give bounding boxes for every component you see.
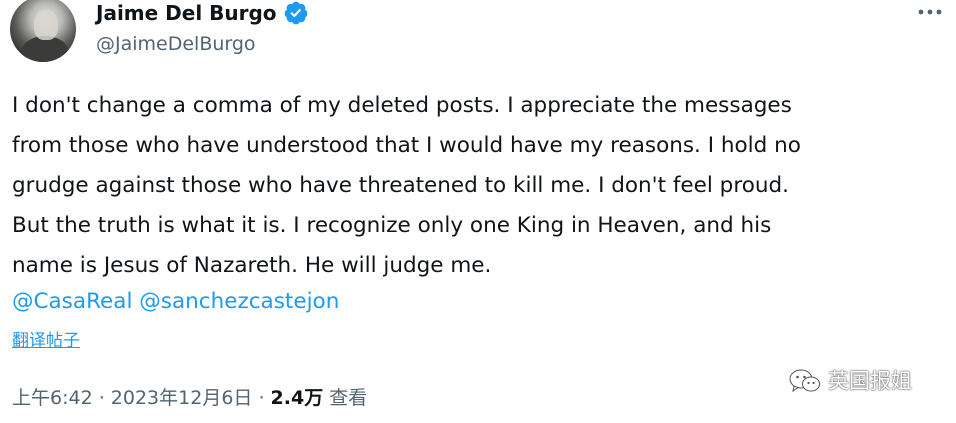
- tweet-time-link[interactable]: 上午6:42: [12, 387, 93, 409]
- tweet-text-line: But the truth is what it is. I recognize…: [12, 213, 772, 238]
- translate-post-link[interactable]: 翻译帖子: [12, 329, 80, 353]
- tweet-mentions: @CasaReal @sanchezcastejon: [12, 284, 339, 320]
- avatar-head-shape: [34, 10, 58, 40]
- tweet-text: I don't change a comma of my deleted pos…: [12, 86, 952, 286]
- display-name-text: Jaime Del Burgo: [96, 1, 277, 25]
- more-icon[interactable]: [910, 0, 950, 24]
- mention-link-sanchezcastejon[interactable]: @sanchezcastejon: [139, 289, 339, 314]
- tweet-text-line: grudge against those who have threatened…: [12, 173, 789, 198]
- tweet-text-line: name is Jesus of Nazareth. He will judge…: [12, 253, 492, 278]
- tweet-text-line: I don't change a comma of my deleted pos…: [12, 93, 792, 118]
- author-display-name[interactable]: Jaime Del Burgo: [96, 0, 309, 27]
- views-label: 查看: [323, 387, 368, 409]
- avatar[interactable]: [10, 0, 76, 62]
- mention-link-casareal[interactable]: @CasaReal: [12, 289, 132, 314]
- tweet-text-line: from those who have understood that I wo…: [12, 133, 801, 158]
- views-count[interactable]: 2.4万: [271, 387, 324, 409]
- author-handle[interactable]: @JaimeDelBurgo: [96, 31, 256, 57]
- meta-separator: ·: [252, 387, 271, 409]
- watermark: 英国报姐: [788, 366, 912, 396]
- meta-separator: ·: [92, 387, 111, 409]
- tweet-date-link[interactable]: 2023年12月6日: [111, 387, 253, 409]
- tweet-meta: 上午6:42 · 2023年12月6日 · 2.4万 查看: [12, 384, 367, 412]
- watermark-text: 英国报姐: [828, 369, 912, 393]
- wechat-icon: [789, 369, 820, 393]
- verified-badge-icon: [284, 1, 307, 25]
